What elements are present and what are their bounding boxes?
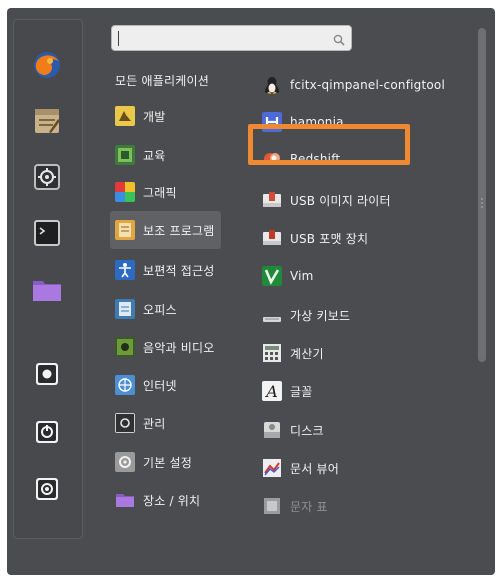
category-label: 모든 애플리케이션 (115, 73, 209, 88)
category-graphics[interactable]: 그래픽 (110, 176, 177, 208)
app-label: 문서 뷰어 (290, 461, 339, 476)
app-usb-image-writer[interactable]: USB 이미지 라이터 (262, 184, 391, 216)
terminal-icon (34, 220, 60, 246)
app-label: fcitx-qimpanel-configtool (290, 78, 445, 92)
power-icon (35, 477, 59, 501)
development-icon (115, 106, 135, 126)
favorite-logout[interactable] (31, 416, 63, 448)
highlight-annotation (248, 124, 410, 165)
usb-format-icon (262, 228, 282, 248)
app-label: 디스크 (290, 423, 324, 438)
category-label: 개발 (143, 109, 166, 124)
category-label: 그래픽 (143, 185, 177, 200)
category-label: 보조 프로그램 (143, 223, 215, 238)
education-icon (115, 145, 135, 165)
category-development[interactable]: 개발 (110, 100, 165, 132)
preferences-icon (115, 452, 135, 472)
app-label: 계산기 (290, 346, 324, 361)
favorite-settings[interactable] (31, 161, 63, 193)
administration-icon (115, 413, 135, 433)
favorite-terminal[interactable] (31, 217, 63, 249)
category-label: 보편적 접근성 (143, 263, 215, 278)
category-places[interactable]: 장소 / 위치 (110, 484, 200, 516)
category-all-applications[interactable]: 모든 애플리케이션 (115, 64, 209, 96)
settings-icon (34, 164, 60, 190)
keyboard-icon (262, 305, 282, 325)
app-label: USB 이미지 라이터 (290, 193, 391, 208)
category-label: 교육 (143, 148, 166, 163)
category-education[interactable]: 교육 (110, 139, 165, 171)
favorite-lock[interactable] (31, 358, 63, 390)
app-calculator[interactable]: 계산기 (262, 337, 324, 369)
category-accessibility[interactable]: 보편적 접근성 (110, 254, 214, 286)
document-viewer-icon (262, 458, 282, 478)
vim-icon (262, 266, 282, 286)
app-label: Vim (290, 269, 314, 283)
character-map-icon (262, 496, 282, 516)
category-office[interactable]: 오피스 (110, 293, 177, 325)
category-label: 기본 설정 (143, 455, 192, 470)
accessories-icon (115, 220, 135, 240)
category-label: 인터넷 (143, 378, 177, 393)
category-internet[interactable]: 인터넷 (110, 369, 177, 401)
usb-writer-icon (262, 190, 282, 210)
app-disks[interactable]: 디스크 (262, 414, 324, 446)
category-label: 관리 (143, 416, 166, 431)
search-icon (333, 31, 345, 50)
graphics-icon (115, 182, 135, 202)
disks-icon (262, 420, 282, 440)
app-label: USB 포맷 장치 (290, 231, 369, 246)
app-fonts[interactable]: A 글꼴 (262, 375, 312, 407)
app-label: 글꼴 (290, 384, 313, 399)
category-label: 오피스 (143, 302, 177, 317)
app-virtual-keyboard[interactable]: 가상 키보드 (262, 299, 350, 331)
category-administration[interactable]: 관리 (110, 407, 165, 439)
app-vim[interactable]: Vim (262, 260, 314, 292)
scrollbar-grip-icon (478, 195, 486, 209)
calculator-icon (262, 343, 282, 363)
svg-text:A: A (264, 382, 278, 401)
category-accessories[interactable]: 보조 프로그램 (110, 211, 221, 249)
category-multimedia[interactable]: 음악과 비디오 (110, 331, 214, 363)
favorite-firefox[interactable] (31, 49, 63, 81)
search-box[interactable] (111, 25, 352, 51)
internet-icon (115, 375, 135, 395)
favorite-shutdown[interactable] (31, 473, 63, 505)
favorites-sidebar (13, 19, 83, 539)
app-fcitx-qimpanel-configtool[interactable]: fcitx-qimpanel-configtool (262, 69, 445, 101)
search-input[interactable] (118, 29, 327, 49)
app-usb-format[interactable]: USB 포맷 장치 (262, 222, 368, 254)
app-document-viewer[interactable]: 문서 뷰어 (262, 452, 339, 484)
fcitx-icon (262, 75, 282, 95)
category-label: 장소 / 위치 (143, 493, 201, 508)
multimedia-icon (115, 337, 135, 357)
category-preferences[interactable]: 기본 설정 (110, 446, 192, 478)
app-label: 가상 키보드 (290, 308, 351, 323)
power-icon (35, 362, 59, 386)
app-character-map[interactable]: 문자 표 (262, 490, 328, 522)
office-icon (115, 299, 135, 319)
favorite-text-editor[interactable] (31, 105, 63, 137)
text-editor-icon (33, 107, 61, 135)
firefox-icon (32, 50, 62, 80)
favorite-folder[interactable] (31, 274, 63, 306)
category-label: 음악과 비디오 (143, 340, 215, 355)
accessibility-icon (115, 260, 135, 280)
folder-icon (32, 277, 62, 303)
app-label: 문자 표 (290, 499, 328, 514)
power-icon (35, 420, 59, 444)
font-icon: A (262, 381, 282, 401)
places-icon (115, 490, 135, 510)
